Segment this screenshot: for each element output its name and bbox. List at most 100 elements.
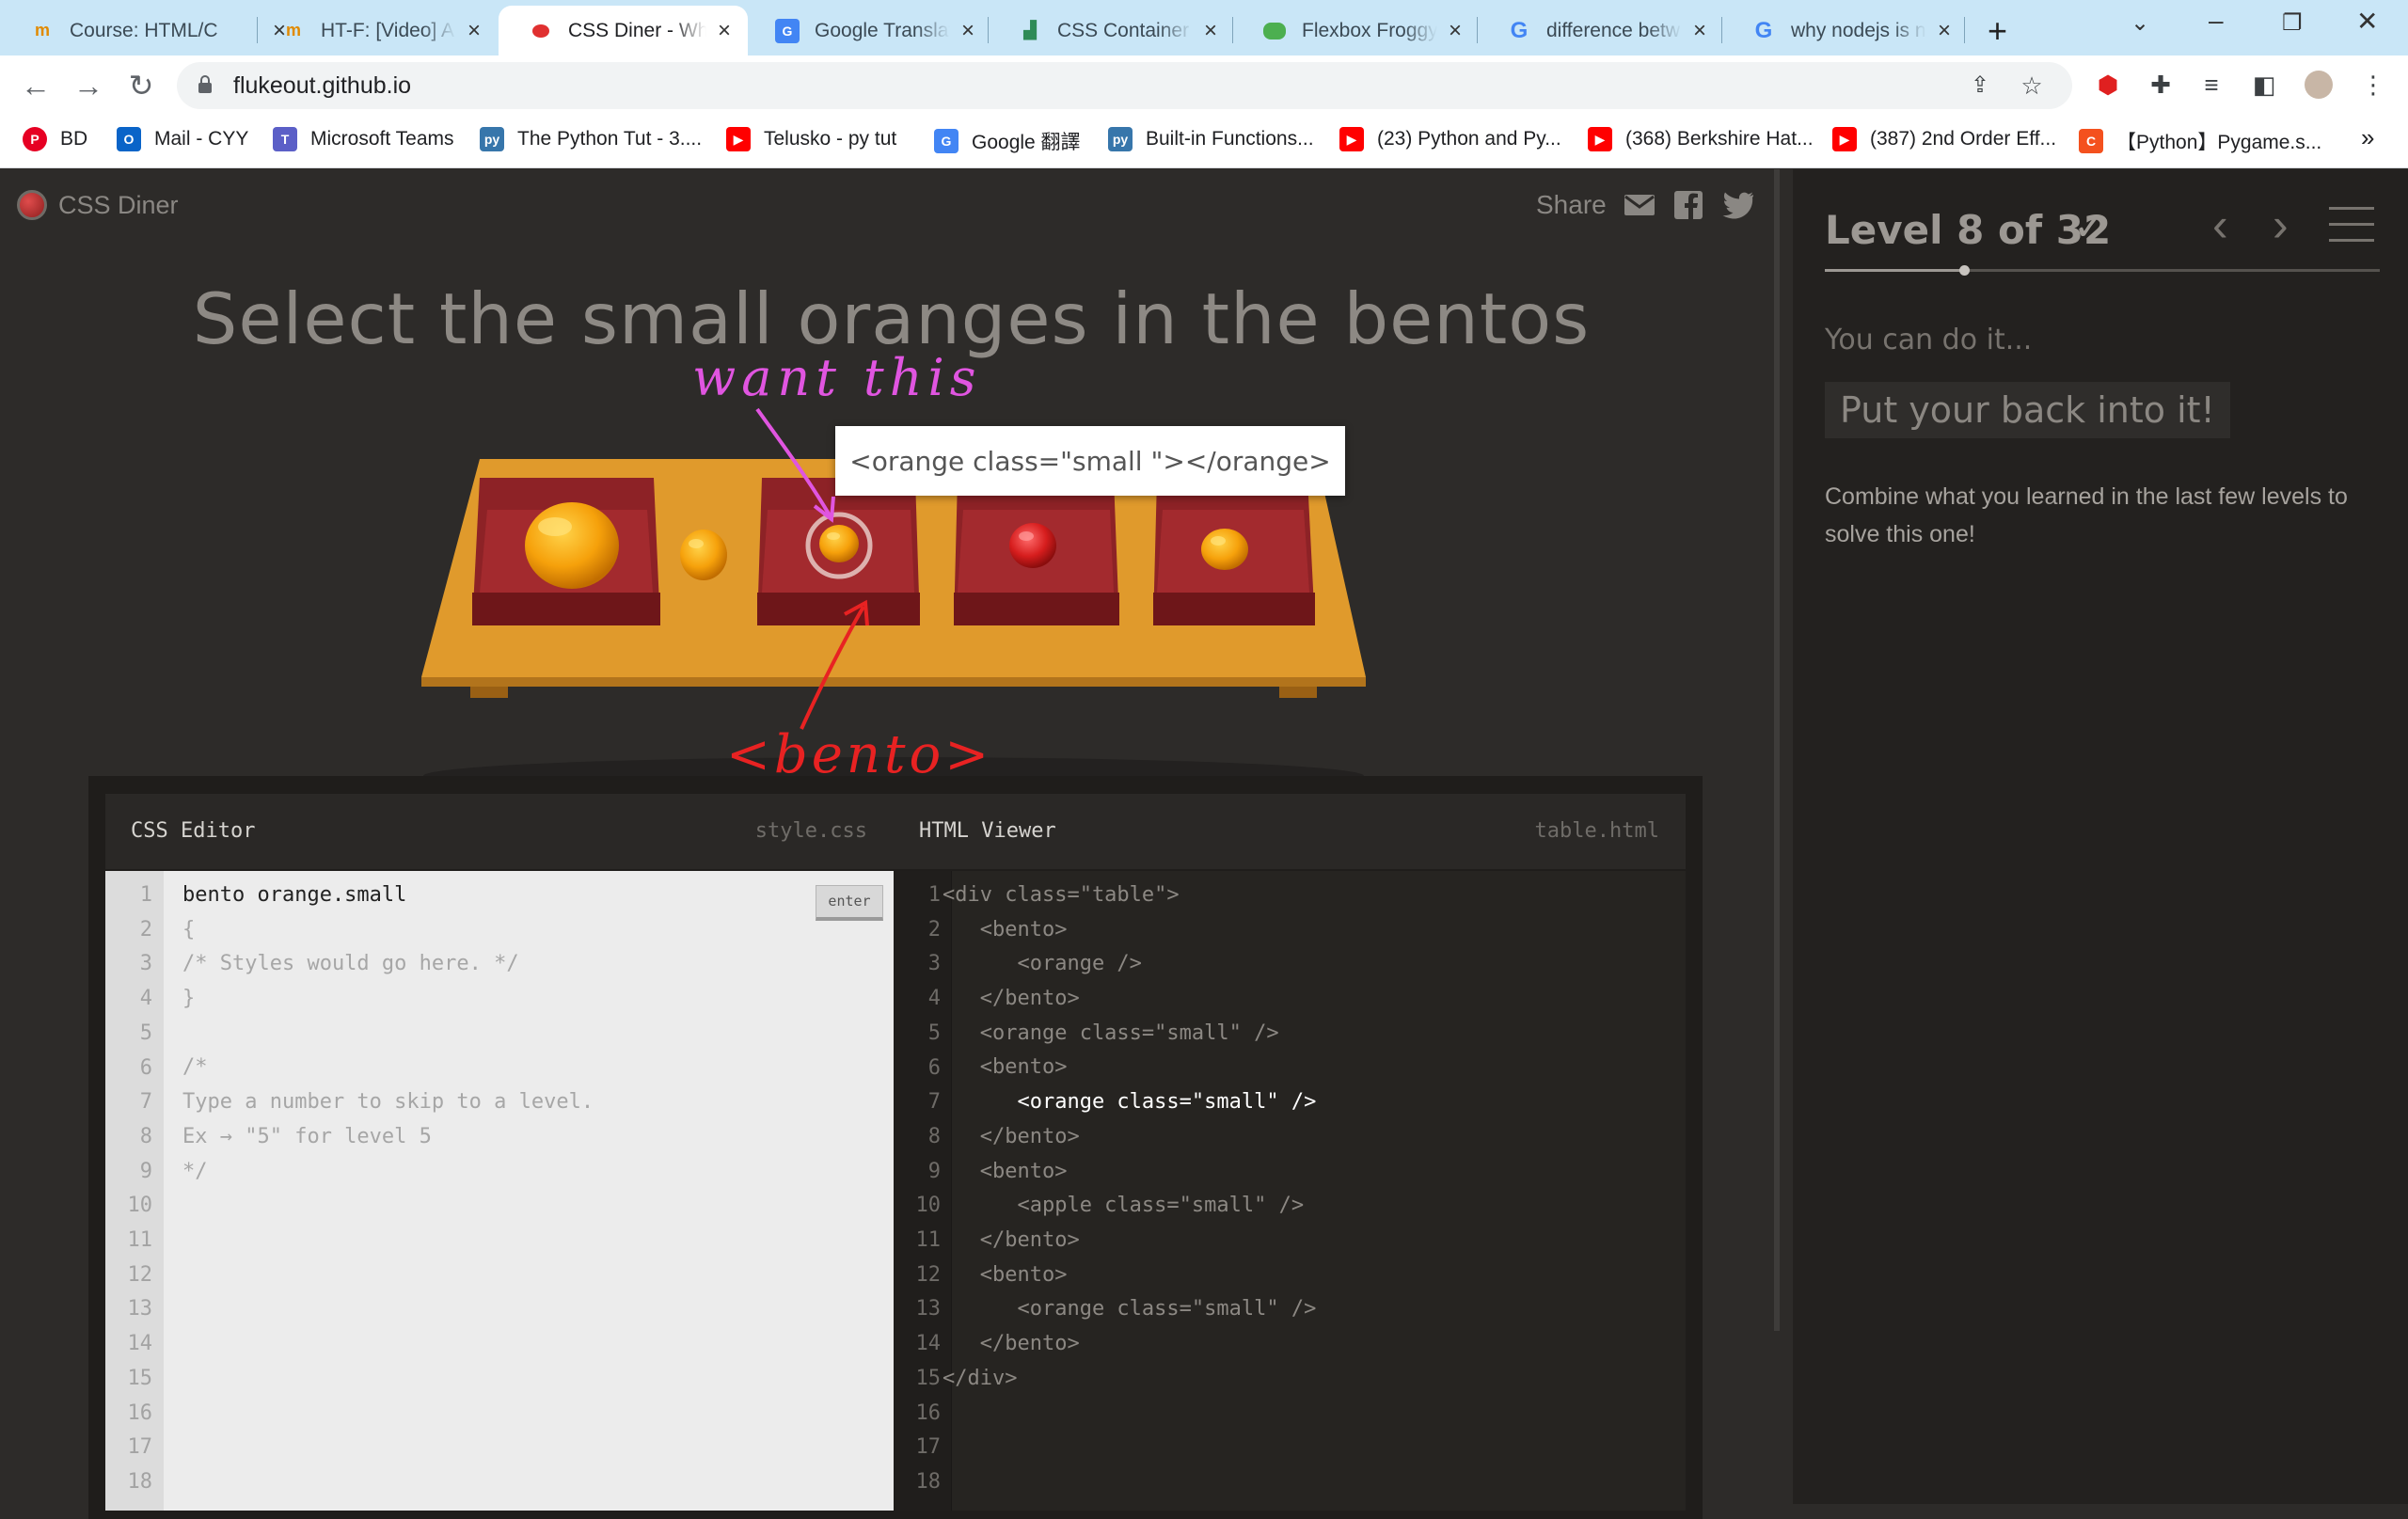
next-level-chevron-icon[interactable]: › [2273,198,2289,252]
close-icon[interactable]: × [1689,18,1710,44]
html-code-line[interactable]: </bento> [943,1224,1316,1258]
share-page-icon[interactable]: ⇪ [1964,70,1996,102]
css-editor-pane[interactable]: 1 2 3 4 5 6 7 8 9 10 11 12 13 14 15 16 17 18 bento orange… [105,871,894,1511]
html-code-line[interactable]: <orange class="small" /> [943,1085,1316,1120]
close-icon[interactable]: × [958,18,978,44]
html-code-line[interactable]: <bento> [943,1155,1316,1190]
tab-flexbox-froggy[interactable]: Flexbox Froggy × [1232,6,1479,55]
bookmark-2nd-order[interactable]: ▶ (387) 2nd Order Eff... [1832,127,2056,151]
orange-small-bento-4[interactable] [1201,529,1248,570]
tab-ht-f-video[interactable]: m HT-F: [Video] A × [251,6,498,55]
html-markup: <div class="table"> <bento> <orange /> <… [943,878,1316,1396]
bookmark-teams[interactable]: T Microsoft Teams [273,127,454,151]
twitter-icon[interactable] [1721,191,1753,219]
chart-icon: ▟ [1023,21,1037,40]
tab-css-diner[interactable]: CSS Diner - Wh × [499,6,748,55]
bookmark-pygame[interactable]: C 【Python】Pygame.s... [2079,127,2321,155]
html-viewer-title: HTML Viewer [919,819,1056,843]
email-icon[interactable] [1624,191,1656,219]
bookmark-builtin-functions[interactable]: py Built-in Functions... [1108,127,1314,151]
bookmark-python-and-py[interactable]: ▶ (23) Python and Py... [1339,127,1561,151]
html-code-line[interactable]: </div> [943,1362,1316,1397]
line-number: 18 [915,1469,942,1494]
orange-small-loose[interactable] [680,530,727,580]
close-icon[interactable]: × [1445,18,1465,44]
orange-large[interactable] [525,502,619,589]
html-code-line[interactable]: <div class="table"> [943,878,1316,913]
css-diner-page: CSS Diner Share Select the small oranges… [0,169,2408,1519]
line-number: 9 [139,1159,152,1183]
side-panel-icon[interactable]: ◧ [2248,69,2280,101]
bookmark-label: Built-in Functions... [1146,128,1314,150]
close-icon[interactable]: × [714,18,735,44]
bookmark-bd[interactable]: P BD [23,127,87,151]
html-code-line[interactable]: </bento> [943,1327,1316,1362]
bookmark-google-translate[interactable]: G Google 翻譯 [934,127,1081,155]
enter-button[interactable]: enter [816,885,883,921]
bookmark-star-icon[interactable]: ☆ [2016,70,2048,102]
level-progress-knob [1958,265,1970,276]
html-code-line[interactable]: <bento> [943,1258,1316,1293]
close-icon[interactable]: × [1934,18,1955,44]
bookmark-python-tut[interactable]: py The Python Tut - 3.... [480,127,702,151]
level-menu-hamburger-icon[interactable] [2329,207,2374,245]
css-code-line: /* [182,1055,208,1080]
extensions-puzzle-icon[interactable]: ✚ [2145,69,2177,101]
html-code-line[interactable]: <orange class="small" /> [943,1017,1316,1052]
restore-icon[interactable]: ❐ [2282,9,2303,37]
css-diner-logo[interactable]: CSS Diner [17,190,179,220]
avatar[interactable] [2303,69,2335,101]
html-code-line[interactable]: </bento> [943,982,1316,1017]
css-code-line: { [182,917,196,941]
level-title: Level 8 of 32 [1825,207,2112,253]
bookmarks-overflow-chevron[interactable]: » [2361,123,2374,152]
css-code-line [182,1017,594,1052]
facebook-icon[interactable] [1672,191,1704,219]
bookmark-telusko[interactable]: ▶ Telusko - py tut [726,127,896,151]
new-tab-plus-icon[interactable]: + [1988,11,2007,51]
tab-why-nodejs[interactable]: G why nodejs is n × [1721,6,1968,55]
close-icon[interactable]: × [464,18,484,44]
reload-icon[interactable]: ↻ [122,67,160,104]
css-input[interactable]: bento orange.small {/* Styles would go he… [182,878,594,1189]
adblock-extension-icon[interactable]: ⬢ [2092,69,2124,101]
bookmark-mail[interactable]: O Mail - CYY [117,127,248,151]
line-number: 16 [127,1400,153,1425]
python-icon: py [1108,127,1133,151]
line-number: 8 [927,1124,941,1148]
chrome-menu-kebab-icon[interactable]: ⋮ [2357,69,2389,101]
line-number: 5 [927,1021,941,1045]
html-code-line[interactable]: <orange class="small" /> [943,1292,1316,1327]
apple-small[interactable] [1009,523,1056,568]
html-code-line[interactable]: </bento> [943,1120,1316,1155]
line-number: 13 [127,1297,153,1321]
line-number: 7 [139,1090,152,1115]
tab-css-container[interactable]: ▟ CSS Container ( × [988,6,1234,55]
url-text: flukeout.github.io [233,72,412,99]
html-code-line[interactable]: <orange /> [943,947,1316,982]
minimize-icon[interactable]: – [2209,6,2224,36]
google-translate-icon: G [934,129,958,153]
tab-search-chevron-icon[interactable]: ⌄ [2131,9,2149,37]
window-close-icon[interactable]: ✕ [2356,6,2378,37]
previous-level-chevron-icon[interactable]: ‹ [2212,198,2228,252]
annotation-red-arrow [800,599,869,730]
html-code-line[interactable]: <bento> [943,913,1316,948]
line-number: 11 [127,1228,153,1252]
forward-arrow-icon[interactable]: → [70,67,107,104]
back-arrow-icon[interactable]: ← [17,67,55,104]
address-bar[interactable]: flukeout.github.io ⇪ ☆ [177,62,2072,109]
tab-difference-between[interactable]: G difference betw × [1477,6,1723,55]
line-number: 3 [139,952,152,976]
bookmark-berkshire[interactable]: ▶ (368) Berkshire Hat... [1588,127,1814,151]
media-queue-icon[interactable]: ≡ [2195,69,2227,101]
html-code-line[interactable]: <apple class="small" /> [943,1189,1316,1224]
html-code-line[interactable]: <bento> [943,1051,1316,1085]
checkmark-icon: ✓ [2073,204,2107,248]
tab-google-translate[interactable]: G Google Translat × [745,6,991,55]
close-icon[interactable]: × [1200,18,1221,44]
line-number: 13 [915,1297,942,1321]
bookmarks-bar: P BD O Mail - CYY T Microsoft Teams py The P… [0,116,2408,168]
css-code-line: /* Styles would go here. */ [182,952,519,976]
youtube-icon: ▶ [1832,127,1857,151]
